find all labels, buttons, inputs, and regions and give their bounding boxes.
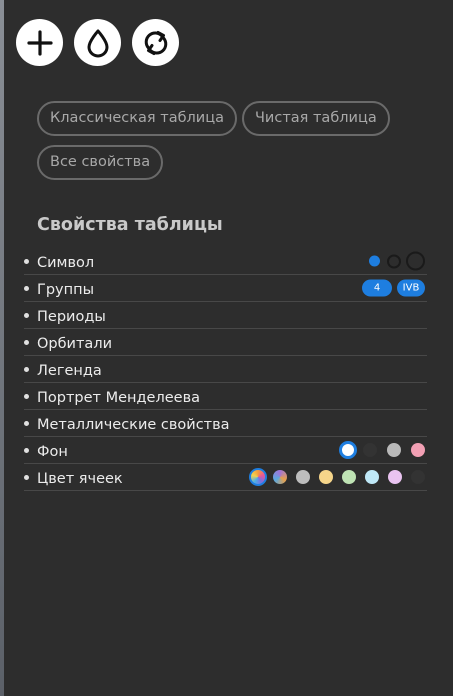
property-orbitals[interactable]: Орбитали <box>24 329 427 356</box>
property-periods[interactable]: Периоды <box>24 302 427 329</box>
property-label: Периоды <box>37 308 106 325</box>
property-label: Портрет Менделеева <box>37 389 201 406</box>
section-title: Свойства таблицы <box>37 215 223 235</box>
symbol-size-selector <box>369 251 425 271</box>
property-label: Орбитали <box>37 335 113 352</box>
refresh-icon <box>144 30 167 55</box>
bullet <box>24 420 29 426</box>
property-label: Легенда <box>37 362 102 379</box>
reset-button[interactable] <box>132 19 179 66</box>
property-metallic[interactable]: Металлические свойства <box>24 410 427 437</box>
background-swatches <box>339 441 425 459</box>
property-background[interactable]: Фон <box>24 437 427 464</box>
left-edge-strip <box>0 0 4 696</box>
property-label: Символ <box>37 254 95 271</box>
preset-chips: Классическая таблица Чистая таблица Все … <box>37 101 397 180</box>
property-label: Цвет ячеек <box>37 470 123 487</box>
toolbar <box>16 19 179 66</box>
bullet <box>24 474 29 480</box>
bullet <box>24 312 29 318</box>
group-notation-selector: 4 IVB <box>362 279 425 297</box>
bullet <box>24 393 29 399</box>
size-medium-option[interactable] <box>387 254 401 268</box>
cell-color-swatches <box>249 468 425 486</box>
classic-table-chip[interactable]: Классическая таблица <box>37 101 237 136</box>
bullet <box>24 339 29 345</box>
property-groups[interactable]: Группы 4 IVB <box>24 275 427 302</box>
cell-swatch-gradient-selected[interactable] <box>249 468 267 486</box>
property-cell-color[interactable]: Цвет ячеек <box>24 464 427 491</box>
property-symbol[interactable]: Символ <box>24 248 427 275</box>
clean-table-chip[interactable]: Чистая таблица <box>241 101 390 136</box>
group-number-badge[interactable]: 4 <box>362 279 392 297</box>
cell-swatch-dark[interactable] <box>411 470 425 484</box>
property-portrait[interactable]: Портрет Менделеева <box>24 383 427 410</box>
bullet <box>24 447 29 453</box>
bg-swatch-pink[interactable] <box>411 443 425 457</box>
bg-swatch-gray[interactable] <box>387 443 401 457</box>
bg-swatch-dark[interactable] <box>363 443 377 457</box>
drop-icon <box>87 29 108 57</box>
group-roman-badge[interactable]: IVB <box>397 279 425 297</box>
cell-swatch-green[interactable] <box>342 470 356 484</box>
property-legend[interactable]: Легенда <box>24 356 427 383</box>
bullet <box>24 258 29 264</box>
properties-list: Символ Группы 4 IVB Периоды Орбитали Лег… <box>24 248 427 491</box>
cell-swatch-gray[interactable] <box>296 470 310 484</box>
cell-swatch-lilac[interactable] <box>388 470 402 484</box>
add-button[interactable] <box>16 19 63 66</box>
cell-swatch-gradient[interactable] <box>273 470 287 484</box>
cell-swatch-cyan[interactable] <box>365 470 379 484</box>
property-label: Фон <box>37 443 68 460</box>
size-large-option[interactable] <box>406 251 425 271</box>
all-properties-chip[interactable]: Все свойства <box>37 145 164 180</box>
property-label: Группы <box>37 281 95 298</box>
bullet <box>24 285 29 291</box>
plus-icon <box>26 29 53 56</box>
cell-swatch-yellow[interactable] <box>319 470 333 484</box>
bg-swatch-white[interactable] <box>339 441 357 459</box>
size-small-option[interactable] <box>369 255 380 267</box>
theme-button[interactable] <box>74 19 121 66</box>
property-label: Металлические свойства <box>37 416 230 433</box>
bullet <box>24 366 29 372</box>
